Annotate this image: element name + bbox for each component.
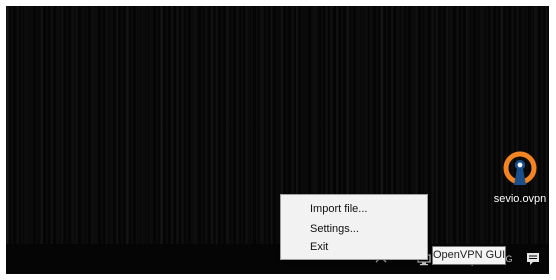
- tray-tooltip: OpenVPN GUI: [432, 246, 506, 265]
- menu-item-settings[interactable]: Settings...: [310, 223, 359, 235]
- notification-icon[interactable]: [526, 252, 540, 266]
- tray-context-menu: Import file... Settings... Exit: [280, 194, 428, 260]
- openvpn-config-icon: [503, 151, 537, 185]
- desktop-shortcut-sevio[interactable]: sevio.ovpn: [490, 151, 550, 217]
- screenshot-frame: sevio.ovpn ENG Import file... Settings..…: [0, 0, 556, 280]
- desktop-icon-label: sevio.ovpn: [493, 193, 547, 205]
- menu-item-import-file[interactable]: Import file...: [310, 203, 367, 215]
- menu-item-exit[interactable]: Exit: [310, 241, 328, 253]
- desktop: [6, 6, 549, 244]
